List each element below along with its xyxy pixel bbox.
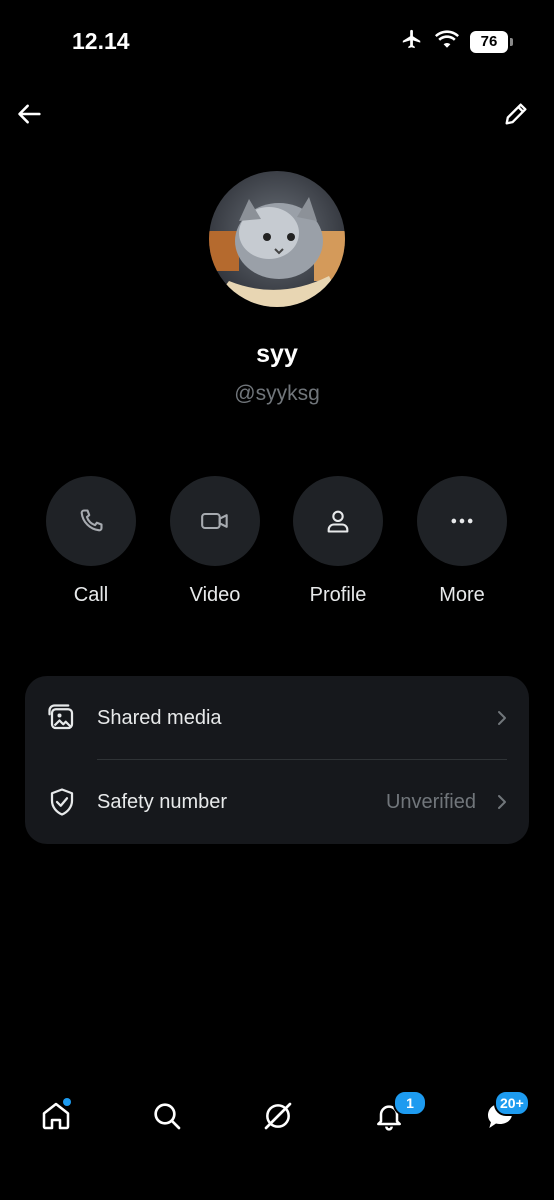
top-bar: [0, 96, 554, 136]
video-label: Video: [189, 584, 241, 606]
phone-icon: [80, 509, 103, 532]
call-button[interactable]: Call: [31, 476, 151, 607]
chevron-right-icon: [498, 711, 506, 725]
search-icon: [154, 1103, 181, 1130]
safety-number-label: Safety number: [97, 790, 228, 813]
avatar: [209, 171, 345, 307]
home-notification-dot: [63, 1098, 71, 1106]
wifi-icon: [434, 29, 460, 54]
airplane-icon: [400, 28, 424, 55]
safety-status: Unverified: [385, 790, 476, 813]
back-button[interactable]: [12, 96, 48, 132]
grok-icon: [264, 1102, 292, 1130]
arrow-left-icon: [18, 104, 41, 124]
profile-circle[interactable]: [293, 476, 383, 566]
more-icon: [451, 518, 473, 524]
nav-messages[interactable]: 20+: [480, 1090, 530, 1136]
shared-media-row[interactable]: Shared media: [25, 676, 529, 760]
status-bar: 12.14 76: [0, 0, 554, 80]
profile-name: syy: [256, 340, 298, 368]
person-icon: [327, 510, 349, 533]
profile-button[interactable]: Profile: [278, 476, 398, 607]
nav-grok[interactable]: [258, 1096, 298, 1136]
status-icons: 76: [400, 28, 513, 55]
video-button[interactable]: Video: [155, 476, 275, 607]
pencil-icon: [505, 103, 527, 125]
cat-photo: [209, 171, 345, 307]
conversation-settings-card: Shared media Safety number Unverified: [25, 676, 529, 844]
shield-check-icon: [50, 788, 74, 816]
status-time: 12.14: [72, 28, 130, 54]
call-circle[interactable]: [46, 476, 136, 566]
more-button[interactable]: More: [402, 476, 522, 607]
more-label: More: [439, 584, 485, 606]
profile-label: Profile: [309, 584, 367, 606]
video-circle[interactable]: [170, 476, 260, 566]
notifications-badge: 1: [393, 1090, 427, 1116]
profile-handle: @syyksg: [234, 382, 320, 405]
messages-badge: 20+: [494, 1090, 530, 1116]
battery-indicator: 76: [470, 30, 513, 53]
edit-button[interactable]: [498, 96, 534, 132]
safety-number-row[interactable]: Safety number Unverified: [25, 760, 529, 844]
call-label: Call: [73, 584, 109, 606]
bottom-nav: 1 20+: [0, 1080, 554, 1160]
image-gallery-icon: [48, 704, 74, 730]
video-icon: [201, 512, 228, 530]
more-circle[interactable]: [417, 476, 507, 566]
nav-home[interactable]: [36, 1096, 76, 1136]
nav-search[interactable]: [147, 1096, 187, 1136]
shared-media-label: Shared media: [97, 706, 222, 729]
nav-notifications[interactable]: 1: [369, 1090, 427, 1136]
chevron-right-icon: [498, 795, 506, 809]
